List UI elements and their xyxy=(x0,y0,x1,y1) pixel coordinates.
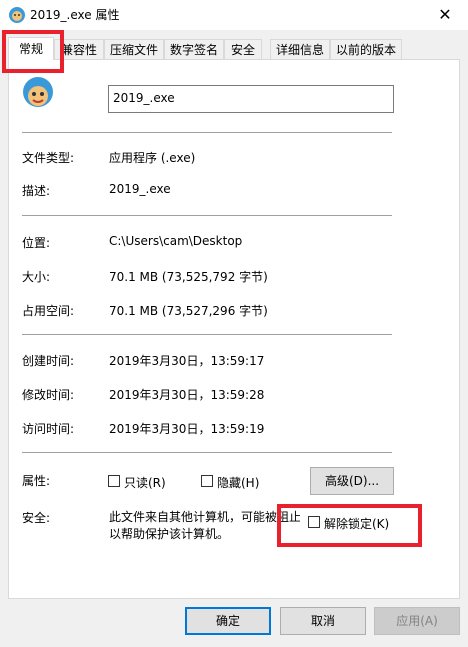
apply-button[interactable]: 应用(A) xyxy=(374,607,460,635)
description-label: 描述: xyxy=(22,184,51,198)
description-value: 2019_.exe xyxy=(109,182,171,196)
security-text-line2: 以帮助保护该计算机。 xyxy=(109,527,230,541)
ok-button[interactable]: 确定 xyxy=(185,607,271,635)
modified-value: 2019年3月30日，13:59:28 xyxy=(109,388,265,402)
hidden-checkbox[interactable] xyxy=(201,475,213,487)
divider xyxy=(22,132,392,133)
file-type-label: 文件类型: xyxy=(22,151,75,165)
modified-label: 修改时间: xyxy=(22,388,75,402)
location-label: 位置: xyxy=(22,236,51,250)
size-value: 70.1 MB (73,525,792 字节) xyxy=(109,270,268,284)
size-on-disk-label: 占用空间: xyxy=(22,304,75,318)
accessed-value: 2019年3月30日，13:59:19 xyxy=(109,422,265,436)
divider xyxy=(22,452,392,453)
readonly-label[interactable]: 只读(R) xyxy=(124,474,166,491)
attributes-label: 属性: xyxy=(22,474,51,488)
accessed-label: 访问时间: xyxy=(22,422,75,436)
location-value: C:\Users\cam\Desktop xyxy=(109,234,243,248)
file-type-value: 应用程序 (.exe) xyxy=(109,151,196,165)
tab-security[interactable]: 安全 xyxy=(224,39,262,59)
app-icon xyxy=(9,7,25,23)
divider xyxy=(22,215,392,216)
divider xyxy=(22,334,392,335)
security-text-line1: 此文件来自其他计算机，可能被阻止 xyxy=(109,510,302,524)
tab-previous-versions[interactable]: 以前的版本 xyxy=(330,39,402,59)
advanced-button[interactable]: 高级(D)... xyxy=(310,467,394,495)
tab-digital-signatures[interactable]: 数字签名 xyxy=(164,39,224,59)
tab-details[interactable]: 详细信息 xyxy=(270,39,330,59)
file-name-input[interactable]: 2019_.exe xyxy=(108,85,394,113)
hidden-label[interactable]: 隐藏(H) xyxy=(217,474,259,491)
created-value: 2019年3月30日，13:59:17 xyxy=(109,354,265,368)
readonly-checkbox[interactable] xyxy=(108,475,120,487)
security-label: 安全: xyxy=(22,511,51,525)
tab-archive[interactable]: 压缩文件 xyxy=(104,39,164,59)
cancel-button[interactable]: 取消 xyxy=(280,607,366,635)
file-icon xyxy=(23,77,53,107)
size-label: 大小: xyxy=(22,270,51,284)
tab-general[interactable]: 常规 xyxy=(8,37,54,60)
close-button[interactable]: ✕ xyxy=(422,0,468,30)
annotation-box-unblock xyxy=(277,504,422,547)
window-title: 2019_.exe 属性 xyxy=(30,8,120,22)
title-bar: 2019_.exe 属性 ✕ xyxy=(0,0,468,30)
created-label: 创建时间: xyxy=(22,354,75,368)
size-on-disk-value: 70.1 MB (73,527,296 字节) xyxy=(109,304,268,318)
tab-bar: 常规 兼容性 压缩文件 数字签名 安全 详细信息 以前的版本 xyxy=(8,37,460,60)
